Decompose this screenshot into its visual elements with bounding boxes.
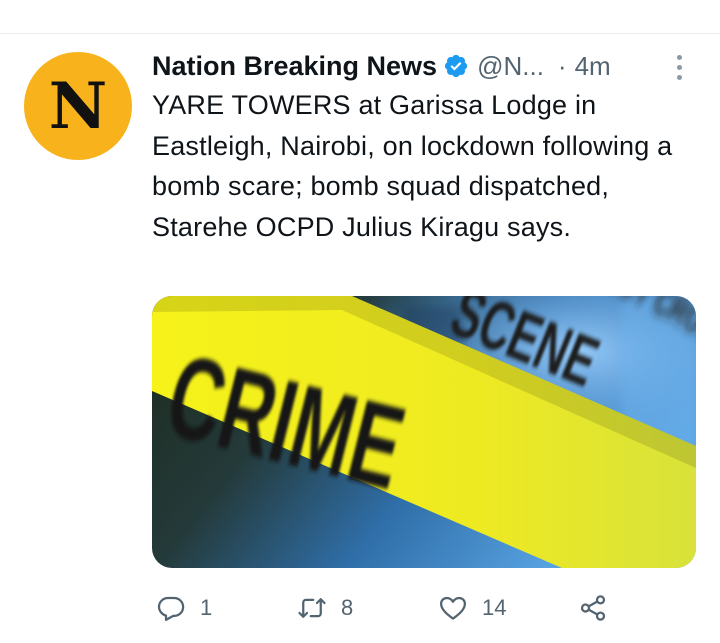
reply-icon	[157, 596, 185, 621]
tweet-text: YARE TOWERS at Garissa Lodge in Eastleig…	[152, 90, 673, 242]
share-button[interactable]	[578, 588, 608, 628]
like-icon	[440, 596, 466, 620]
timestamp[interactable]: 4m	[575, 51, 611, 82]
reply-count: 1	[200, 595, 213, 620]
reply-button[interactable]: 1	[156, 588, 212, 628]
more-options-icon[interactable]	[664, 52, 694, 82]
author-handle[interactable]: @N...	[477, 51, 544, 82]
retweet-icon	[298, 598, 326, 618]
retweet-button[interactable]: 8	[297, 588, 353, 628]
like-button[interactable]: 14	[438, 588, 506, 628]
like-count: 14	[482, 595, 507, 620]
more-dot	[676, 64, 682, 70]
crime-scene-photo: CRIME SCENE DO NOT CROSS	[152, 296, 696, 568]
share-icon	[580, 595, 606, 621]
retweet-count: 8	[341, 595, 354, 620]
author-name[interactable]: Nation Breaking News	[152, 51, 437, 82]
tweet-actions: 1 8 14	[152, 588, 697, 628]
tweet-media-image[interactable]: CRIME SCENE DO NOT CROSS	[152, 296, 696, 568]
top-divider	[0, 33, 720, 34]
more-dot	[676, 74, 682, 80]
more-dot	[676, 54, 682, 60]
avatar-letter: N	[48, 69, 108, 144]
avatar[interactable]: N	[24, 52, 132, 160]
separator-dot: ·	[557, 50, 567, 81]
verified-badge-icon	[444, 54, 468, 78]
tweet-header: Nation Breaking News @N... · 4m	[152, 46, 697, 86]
